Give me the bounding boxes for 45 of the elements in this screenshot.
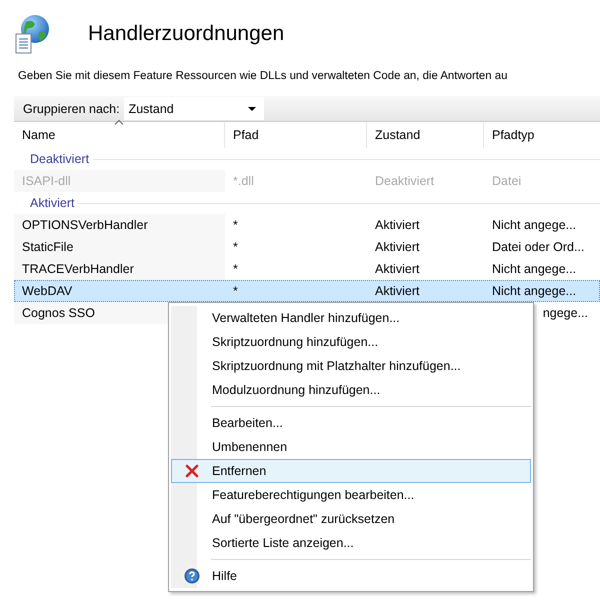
menu-item[interactable]: Skriptzuordnung mit Platzhalter hinzufügen... [171,354,531,378]
menu-item[interactable]: Umbenennen [171,435,531,459]
menu-item[interactable]: Featureberechtigungen bearbeiten... [171,483,531,507]
column-header[interactable]: Pfad [225,122,367,148]
group-header[interactable]: Deaktiviert [14,152,94,166]
table-cell-text: Aktiviert [374,240,420,254]
table-cell-text: ngege... [542,306,589,320]
help-icon [184,568,200,584]
column-header[interactable]: Pfadtyp [484,122,600,148]
group-by-dropdown[interactable]: Zustand [124,97,264,120]
table-cell-text: Datei [491,174,522,188]
table-cell-text: Datei oder Ord... [491,240,586,254]
table-cell: WebDAV [22,284,72,298]
table-cell: * [233,284,238,298]
group-by-label: Gruppieren nach: [22,102,121,116]
menu-item[interactable]: Bearbeiten... [171,411,531,435]
menu-item[interactable]: Auf "übergeordnet" zurücksetzen [171,507,531,531]
table-cell: ISAPI-dll [14,170,225,192]
menu-item[interactable]: Sortierte Liste anzeigen... [171,531,531,555]
table-cell-text: * [232,240,239,254]
page-title: Handlerzuordnungen [88,22,284,46]
column-header[interactable]: Zustand [367,122,484,148]
table-cell-text: Aktiviert [374,262,420,276]
table-cell: Nicht angege... [492,284,576,298]
dropdown-caret-icon [248,106,256,110]
table-cell-text: Nicht angege... [491,262,578,276]
menu-item[interactable]: Skriptzuordnung hinzufügen... [171,330,531,354]
table-cell-text: * [232,218,239,232]
table-cell-text: Aktiviert [374,218,420,232]
table-cell-text: *.dll [232,174,255,188]
table-cell: StaticFile [14,236,225,258]
table-cell: OPTIONSVerbHandler [14,214,225,236]
menu-item[interactable]: Modulzuordnung hinzufügen... [171,378,531,402]
table-cell-text: Nicht angege... [491,218,578,232]
table-cell-text: Deaktiviert [374,174,436,188]
globe-document-icon [14,14,50,54]
description-text: Geben Sie mit diesem Feature Ressourcen wie DLLs und verwalteten Code an, die Antworten au [17,69,508,84]
table-cell-text: * [232,262,239,276]
menu-item[interactable]: Entfernen [171,459,531,483]
table-cell: Aktiviert [375,284,420,298]
close-icon [185,464,199,478]
group-header[interactable]: Aktiviert [14,196,78,210]
table-cell: TRACEVerbHandler [14,258,225,280]
menu-item[interactable]: Hilfe [171,564,531,588]
column-header[interactable]: Name [14,122,225,148]
